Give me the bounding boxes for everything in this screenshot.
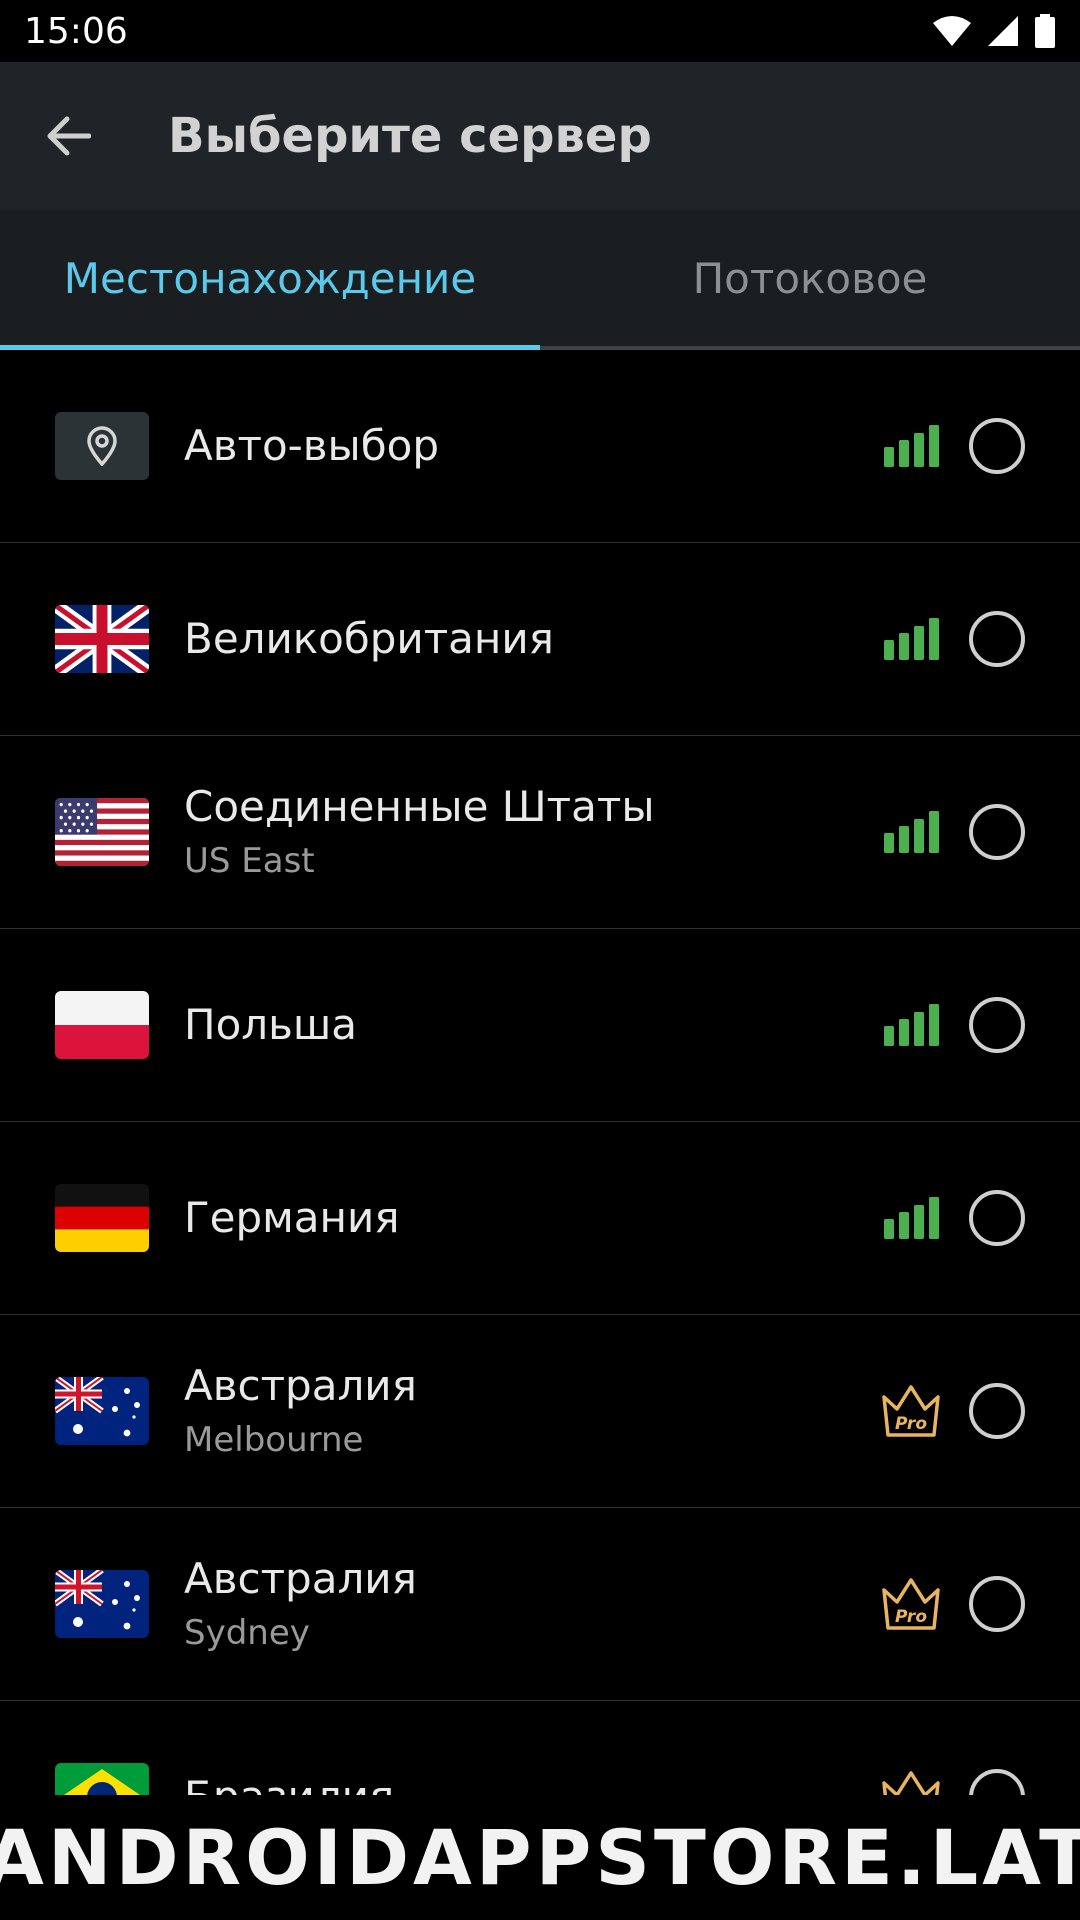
brazil-flag-icon [55, 1763, 149, 1795]
radio-button[interactable] [969, 1576, 1025, 1632]
server-row-australia-melbourne[interactable]: Австралия Melbourne Pro [0, 1315, 1080, 1508]
server-texts: Австралия Sydney [184, 1551, 417, 1657]
australia-flag-icon [55, 1377, 149, 1445]
pro-crown-icon: Pro [882, 1771, 940, 1795]
status-bar: 15:06 [0, 0, 1080, 62]
radio-button[interactable] [969, 804, 1025, 860]
cellular-signal-icon [988, 16, 1018, 46]
tab-bar: Местонахождение Потоковое [0, 210, 1080, 350]
page-title: Выберите сервер [168, 108, 652, 164]
app-bar: Выберите сервер [0, 62, 1080, 210]
server-name: Австралия [184, 1361, 417, 1410]
arrow-back-icon [47, 116, 91, 156]
server-name: Бразилия [184, 1769, 394, 1795]
pro-badge-label: Pro [895, 1414, 927, 1434]
server-location: US East [184, 841, 315, 881]
radio-button[interactable] [969, 1769, 1025, 1795]
pro-crown-icon: Pro [882, 1578, 940, 1630]
signal-strength-icon [884, 618, 939, 660]
watermark-banner: ANDROIDAPPSTORE.LAT [0, 1795, 1080, 1920]
poland-flag-icon [55, 991, 149, 1059]
tab-location-label: Местонахождение [63, 253, 477, 303]
server-texts: Авто-выбор [184, 418, 439, 474]
server-row-uk[interactable]: Великобритания [0, 543, 1080, 736]
signal-strength-icon [884, 425, 939, 467]
signal-strength-icon [884, 1004, 939, 1046]
signal-strength-icon [884, 1197, 939, 1239]
server-row-germany[interactable]: Германия [0, 1122, 1080, 1315]
server-name: Польша [184, 1000, 358, 1049]
server-row-poland[interactable]: Польша [0, 929, 1080, 1122]
germany-flag-icon [55, 1184, 149, 1252]
server-row-auto[interactable]: Авто-выбор [0, 350, 1080, 543]
server-location: Melbourne [184, 1420, 364, 1460]
server-list: Авто-выбор Великобритания Соединенные Шт… [0, 350, 1080, 1795]
tab-location[interactable]: Местонахождение [0, 210, 540, 350]
server-texts: Бразилия [184, 1769, 394, 1795]
radio-button[interactable] [969, 611, 1025, 667]
watermark-text: ANDROIDAPPSTORE.LAT [0, 1813, 1080, 1902]
pro-badge-label: Pro [895, 1607, 927, 1627]
pro-crown-icon: Pro [882, 1385, 940, 1437]
server-location: Sydney [184, 1613, 310, 1653]
back-button[interactable] [0, 62, 136, 210]
status-time: 15:06 [24, 10, 128, 52]
server-name: Австралия [184, 1554, 417, 1603]
tab-streaming-label: Потоковое [692, 253, 928, 303]
server-name: Германия [184, 1193, 400, 1242]
uk-flag-icon [55, 605, 149, 673]
server-texts: Австралия Melbourne [184, 1358, 417, 1464]
wifi-icon [933, 16, 971, 46]
us-flag-icon [55, 798, 149, 866]
server-name: Соединенные Штаты [184, 782, 655, 831]
australia-flag-icon [55, 1570, 149, 1638]
radio-button[interactable] [969, 418, 1025, 474]
radio-button[interactable] [969, 997, 1025, 1053]
server-name: Великобритания [184, 614, 554, 663]
server-texts: Германия [184, 1190, 400, 1246]
radio-button[interactable] [969, 1190, 1025, 1246]
status-icons [932, 14, 1056, 48]
radio-button[interactable] [969, 1383, 1025, 1439]
signal-strength-icon [884, 811, 939, 853]
server-texts: Соединенные Штаты US East [184, 779, 655, 885]
location-pin-icon [55, 412, 149, 480]
server-row-brazil[interactable]: Бразилия Pro [0, 1701, 1080, 1795]
server-row-us[interactable]: Соединенные Штаты US East [0, 736, 1080, 929]
server-name: Авто-выбор [184, 421, 439, 470]
tab-streaming[interactable]: Потоковое [540, 210, 1080, 346]
server-texts: Польша [184, 997, 357, 1053]
server-texts: Великобритания [184, 611, 554, 667]
battery-icon [1035, 14, 1055, 48]
server-row-australia-sydney[interactable]: Австралия Sydney Pro [0, 1508, 1080, 1701]
